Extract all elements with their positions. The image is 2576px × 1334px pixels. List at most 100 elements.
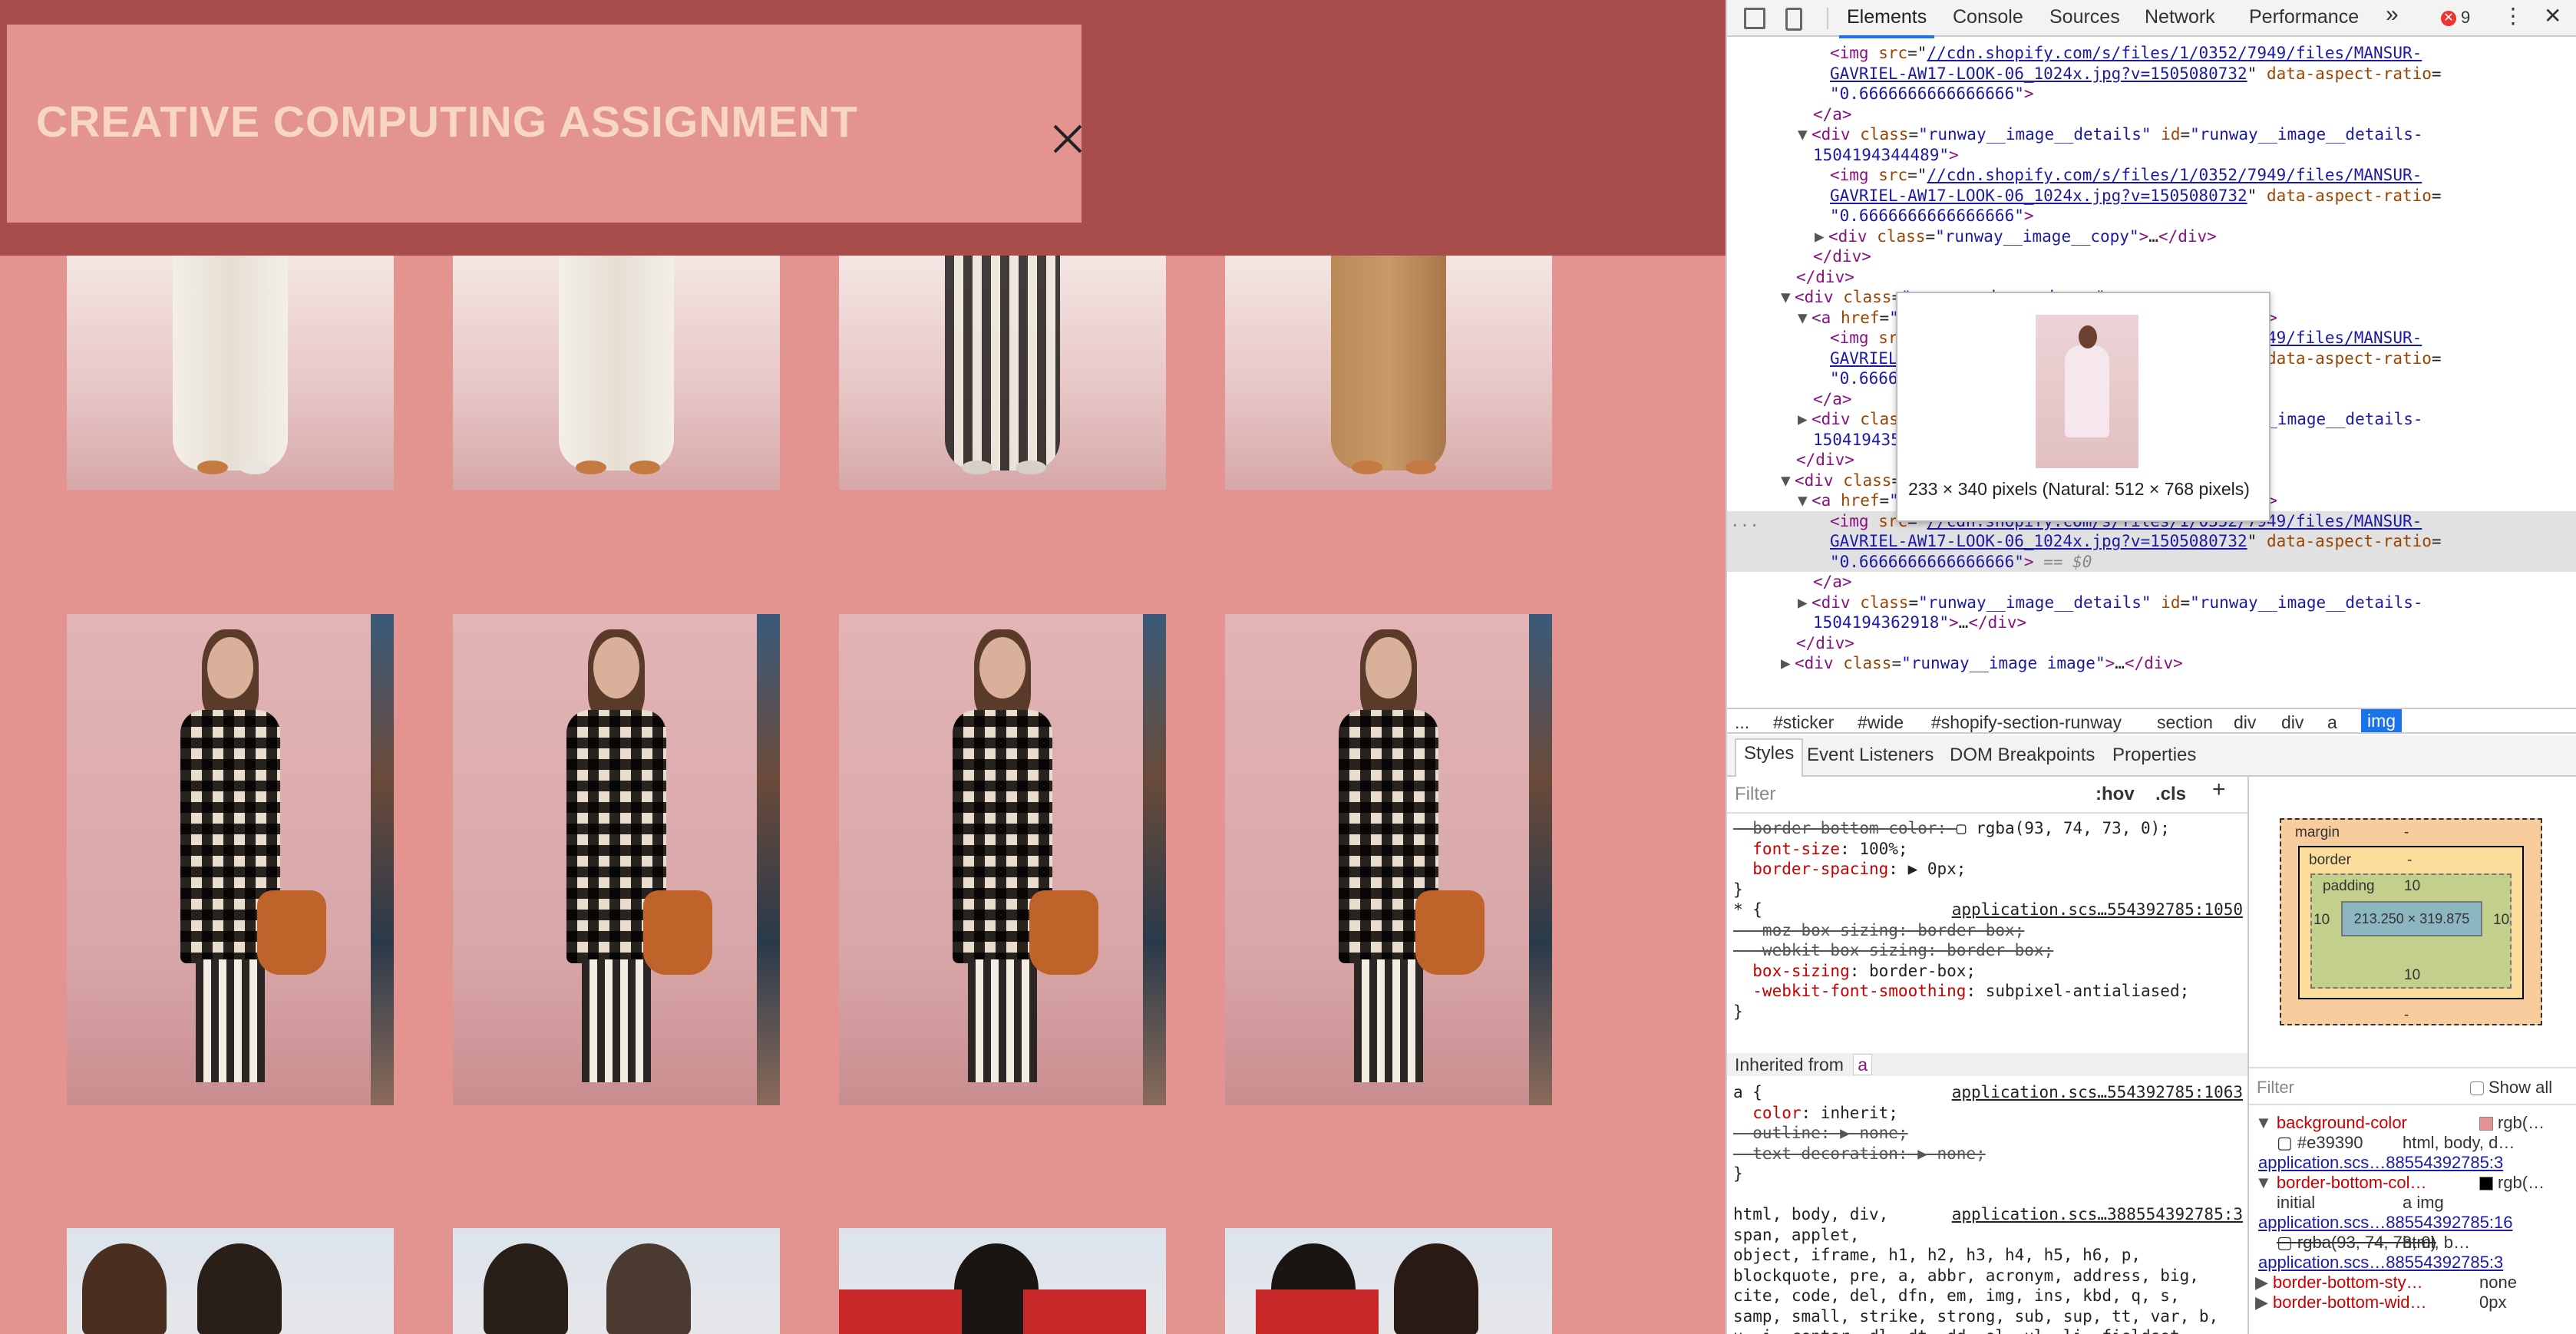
dom-node-line[interactable]: </div> [1727, 633, 2576, 654]
dom-node-line[interactable]: 1504194344489"> [1727, 145, 2576, 166]
tab-styles[interactable]: Styles [1735, 738, 1804, 777]
styles-pane[interactable]: Filter :hov .cls + border-bottom-color: … [1727, 777, 2249, 1334]
web-page[interactable]: CREATIVE COMPUTING ASSIGNMENT [0, 0, 1726, 1334]
computed-property[interactable]: ▼ background-color rgb(… [2249, 1113, 2576, 1133]
style-declaration[interactable]: } [1733, 880, 2243, 900]
tab-sources[interactable]: Sources [2049, 6, 2120, 28]
style-declaration[interactable]: } [1733, 1002, 2243, 1022]
dom-node-line[interactable]: ▶<div class="runway__image__details" id=… [1727, 593, 2576, 613]
style-declaration[interactable]: a {application.scs…554392785:1063 [1733, 1082, 2243, 1103]
close-devtools-icon[interactable]: ✕ [2544, 3, 2561, 28]
dom-node-line[interactable]: </a> [1727, 104, 2576, 125]
error-count-badge[interactable]: ✕ 9 [2441, 8, 2470, 28]
class-toggle[interactable]: .cls [2155, 784, 2186, 805]
source-link[interactable]: application.scs…388554392785:3 [1952, 1204, 2243, 1225]
style-declaration[interactable]: } [1733, 1164, 2243, 1184]
style-declaration[interactable]: font-size: 100%; [1733, 839, 2243, 860]
show-all-toggle[interactable]: Show all [2470, 1078, 2552, 1098]
runway-photo[interactable] [839, 256, 1166, 490]
computed-pane[interactable]: Filter Show all ▼ background-color rgb(… ▢… [2249, 1068, 2576, 1334]
source-link[interactable]: application.scs…554392785:1063 [1952, 1082, 2243, 1103]
style-declaration[interactable]: u, i, center, dl, dt, dd, ol, ul, li, fi… [1733, 1326, 2243, 1334]
runway-photo[interactable] [839, 614, 1166, 1105]
runway-photo[interactable] [1225, 1228, 1552, 1334]
checkbox[interactable] [2470, 1081, 2484, 1095]
dom-node-line[interactable]: GAVRIEL-AW17-LOOK-06_1024x.jpg?v=1505080… [1727, 186, 2576, 206]
style-declaration[interactable]: border-bottom-color: ▢ rgba(93, 74, 73, … [1733, 818, 2243, 839]
expand-toggle-icon[interactable]: ▼ [1781, 287, 1795, 308]
tab-elements[interactable]: Elements [1838, 6, 1935, 38]
style-declaration[interactable]: color: inherit; [1733, 1103, 2243, 1124]
breadcrumb-item[interactable]: #wide [1858, 712, 1904, 733]
source-link[interactable]: application.scs…88554392785:3 [2258, 1253, 2503, 1272]
more-tabs-icon[interactable]: » [2386, 2, 2399, 28]
computed-property[interactable]: application.scs…88554392785:3 [2249, 1253, 2576, 1273]
styles-filter-input[interactable]: Filter [1735, 784, 1775, 805]
dom-node-line[interactable]: </a> [1727, 572, 2576, 593]
computed-property[interactable]: ▶ border-bottom-sty… none [2249, 1273, 2576, 1293]
source-link[interactable]: application.scs…554392785:1050 [1952, 900, 2243, 920]
breadcrumb-item[interactable]: section [2157, 712, 2213, 733]
computed-property[interactable]: initial a img [2249, 1193, 2576, 1213]
breadcrumb-item[interactable]: ... [1735, 712, 1749, 733]
dom-node-line[interactable]: </div> [1727, 246, 2576, 267]
runway-photo[interactable] [453, 256, 780, 490]
style-declaration[interactable]: html, body, div, application.scs…38855439… [1733, 1204, 2243, 1225]
dom-node-line[interactable]: GAVRIEL-AW17-LOOK-06_1024x.jpg?v=1505080… [1727, 64, 2576, 84]
style-declaration[interactable]: * {application.scs…554392785:1050 [1733, 900, 2243, 920]
runway-photo[interactable] [839, 1228, 1166, 1334]
source-link[interactable]: application.scs…88554392785:16 [2258, 1213, 2512, 1232]
inspect-element-icon[interactable] [1744, 8, 1765, 29]
expand-toggle-icon[interactable]: ▼ [1798, 490, 1811, 511]
menu-icon[interactable]: ⋮ [2502, 3, 2524, 28]
source-link[interactable]: application.scs…88554392785:3 [2258, 1153, 2503, 1172]
style-declaration[interactable]: box-sizing: border-box; [1733, 961, 2243, 982]
add-rule-button[interactable]: + [2212, 778, 2226, 801]
style-declaration[interactable]: object, iframe, h1, h2, h3, h4, h5, h6, … [1733, 1245, 2243, 1266]
style-declaration[interactable]: -moz-box-sizing: border-box; [1733, 920, 2243, 941]
style-declaration[interactable]: -webkit-box-sizing: border-box; [1733, 940, 2243, 961]
computed-property[interactable]: ▢ #e39390 html, body, d… [2249, 1133, 2576, 1153]
style-declaration[interactable]: blockquote, pre, a, abbr, acronym, addre… [1733, 1266, 2243, 1286]
style-declaration[interactable]: span, applet, [1733, 1225, 2243, 1246]
expand-toggle-icon[interactable]: ▶ [1815, 226, 1828, 247]
expand-toggle-icon[interactable]: ▶ [1781, 653, 1795, 674]
box-model[interactable]: margin - - border - - padding 10 10 10 1… [2249, 777, 2576, 1068]
runway-photo[interactable] [1225, 256, 1552, 490]
dom-node-line[interactable]: </div> [1727, 267, 2576, 288]
expand-toggle-icon[interactable]: ▼ [1798, 308, 1811, 329]
dom-node-line[interactable]: GAVRIEL-AW17-LOOK-06_1024x.jpg?v=1505080… [1727, 531, 2576, 552]
tab-event-listeners[interactable]: Event Listeners [1807, 745, 1934, 766]
dom-node-line[interactable]: ▶ <div class="runway__image__copy">…</div… [1727, 226, 2576, 247]
dom-node-line[interactable]: ▼ <div class="runway__image__details" id=… [1727, 124, 2576, 145]
dom-node-line[interactable]: "0.6666666666666666"> [1727, 84, 2576, 104]
hover-state-toggle[interactable]: :hov [2095, 784, 2135, 805]
runway-photo[interactable] [67, 1228, 394, 1334]
dom-node-line[interactable]: "0.6666666666666666"> == $0 [1727, 551, 2576, 572]
tab-dom-breakpoints[interactable]: DOM Breakpoints [1950, 745, 2095, 766]
expand-toggle-icon[interactable]: ▶ [1798, 593, 1811, 613]
dom-node-line[interactable]: "0.6666666666666666"> [1727, 206, 2576, 226]
computed-property[interactable]: ▼ border-bottom-col… rgb(… [2249, 1173, 2576, 1193]
computed-property[interactable]: application.scs…88554392785:3 [2249, 1153, 2576, 1173]
tab-console[interactable]: Console [1953, 6, 2023, 28]
style-declaration[interactable]: text-decoration: ▶ none; [1733, 1144, 2243, 1164]
expand-toggle-icon[interactable]: ▶ [2255, 1293, 2273, 1312]
breadcrumb-item[interactable]: div [2234, 712, 2256, 733]
breadcrumb-item[interactable]: #shopify-section-runway [1931, 712, 2122, 733]
dom-node-line[interactable]: 1504194362918">…</div> [1727, 613, 2576, 633]
device-toolbar-icon[interactable] [1785, 8, 1802, 31]
breadcrumb-item[interactable]: a [2327, 712, 2337, 733]
expand-toggle-icon[interactable]: ▼ [1798, 124, 1811, 145]
runway-photo[interactable] [453, 1228, 780, 1334]
devtools-panel[interactable]: Elements Console Sources Network Perform… [1726, 0, 2576, 1334]
runway-photo[interactable] [67, 256, 394, 490]
style-declaration[interactable]: -webkit-font-smoothing: subpixel-antiali… [1733, 981, 2243, 1002]
style-declaration[interactable]: samp, small, strike, strong, sub, sup, t… [1733, 1306, 2243, 1327]
runway-photo[interactable] [453, 614, 780, 1105]
color-swatch[interactable] [2479, 1117, 2493, 1131]
node-actions-icon[interactable]: ... [1730, 511, 1759, 532]
runway-photo[interactable] [1225, 614, 1552, 1105]
style-declaration[interactable]: cite, code, del, dfn, em, img, ins, kbd,… [1733, 1286, 2243, 1306]
breadcrumb-item[interactable]: div [2281, 712, 2304, 733]
